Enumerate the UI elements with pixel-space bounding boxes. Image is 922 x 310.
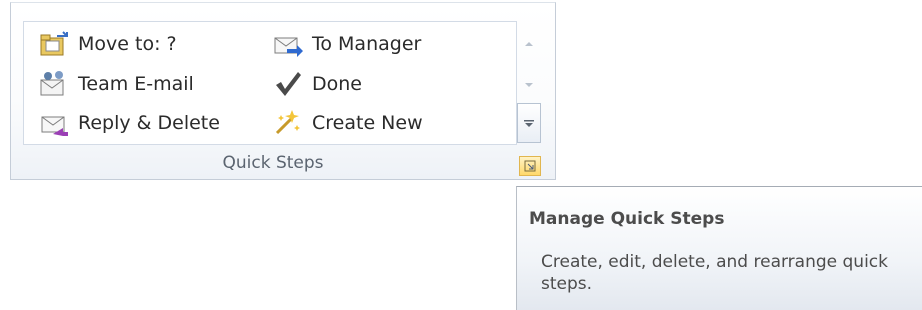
quick-step-label: Create New bbox=[312, 112, 423, 134]
quick-step-label: To Manager bbox=[312, 33, 422, 55]
gallery-scroll-up-button[interactable] bbox=[517, 21, 541, 61]
team-email-icon bbox=[38, 68, 70, 100]
quick-step-label: Done bbox=[312, 73, 362, 95]
folder-move-icon bbox=[38, 28, 70, 60]
checkmark-icon bbox=[272, 68, 304, 100]
tooltip-title: Manage Quick Steps bbox=[529, 209, 725, 229]
quick-steps-gallery: Move to: ? Team E-mail Reply & Delete To… bbox=[23, 21, 517, 145]
reply-delete-icon bbox=[38, 107, 70, 139]
quick-step-create-new[interactable]: Create New bbox=[272, 107, 423, 139]
manage-quick-steps-tooltip: Manage Quick Steps Create, edit, delete,… bbox=[516, 186, 922, 310]
quick-step-done[interactable]: Done bbox=[272, 68, 362, 100]
dialog-launcher-button[interactable] bbox=[519, 156, 541, 176]
group-label: Quick Steps bbox=[222, 153, 324, 173]
quick-step-label: Team E-mail bbox=[78, 73, 194, 95]
quick-step-move-to[interactable]: Move to: ? bbox=[38, 28, 177, 60]
quick-step-reply-delete[interactable]: Reply & Delete bbox=[38, 107, 220, 139]
scroll-up-icon bbox=[524, 32, 534, 51]
quick-step-label: Move to: ? bbox=[78, 33, 177, 55]
gallery-more-button[interactable] bbox=[517, 103, 541, 143]
quick-steps-group: Move to: ? Team E-mail Reply & Delete To… bbox=[10, 2, 556, 180]
scroll-down-icon bbox=[524, 73, 534, 92]
forward-manager-icon bbox=[272, 28, 304, 60]
quick-step-to-manager[interactable]: To Manager bbox=[272, 28, 421, 60]
quick-step-team-email[interactable]: Team E-mail bbox=[38, 68, 194, 100]
create-new-icon bbox=[272, 107, 304, 139]
gallery-scroll-down-button[interactable] bbox=[517, 61, 541, 103]
quick-step-label: Reply & Delete bbox=[78, 112, 220, 134]
tooltip-description: Create, edit, delete, and rearrange quic… bbox=[541, 252, 888, 294]
gallery-scroll-controls bbox=[517, 21, 541, 145]
dialog-launcher-icon bbox=[524, 157, 536, 176]
more-icon bbox=[523, 114, 535, 133]
